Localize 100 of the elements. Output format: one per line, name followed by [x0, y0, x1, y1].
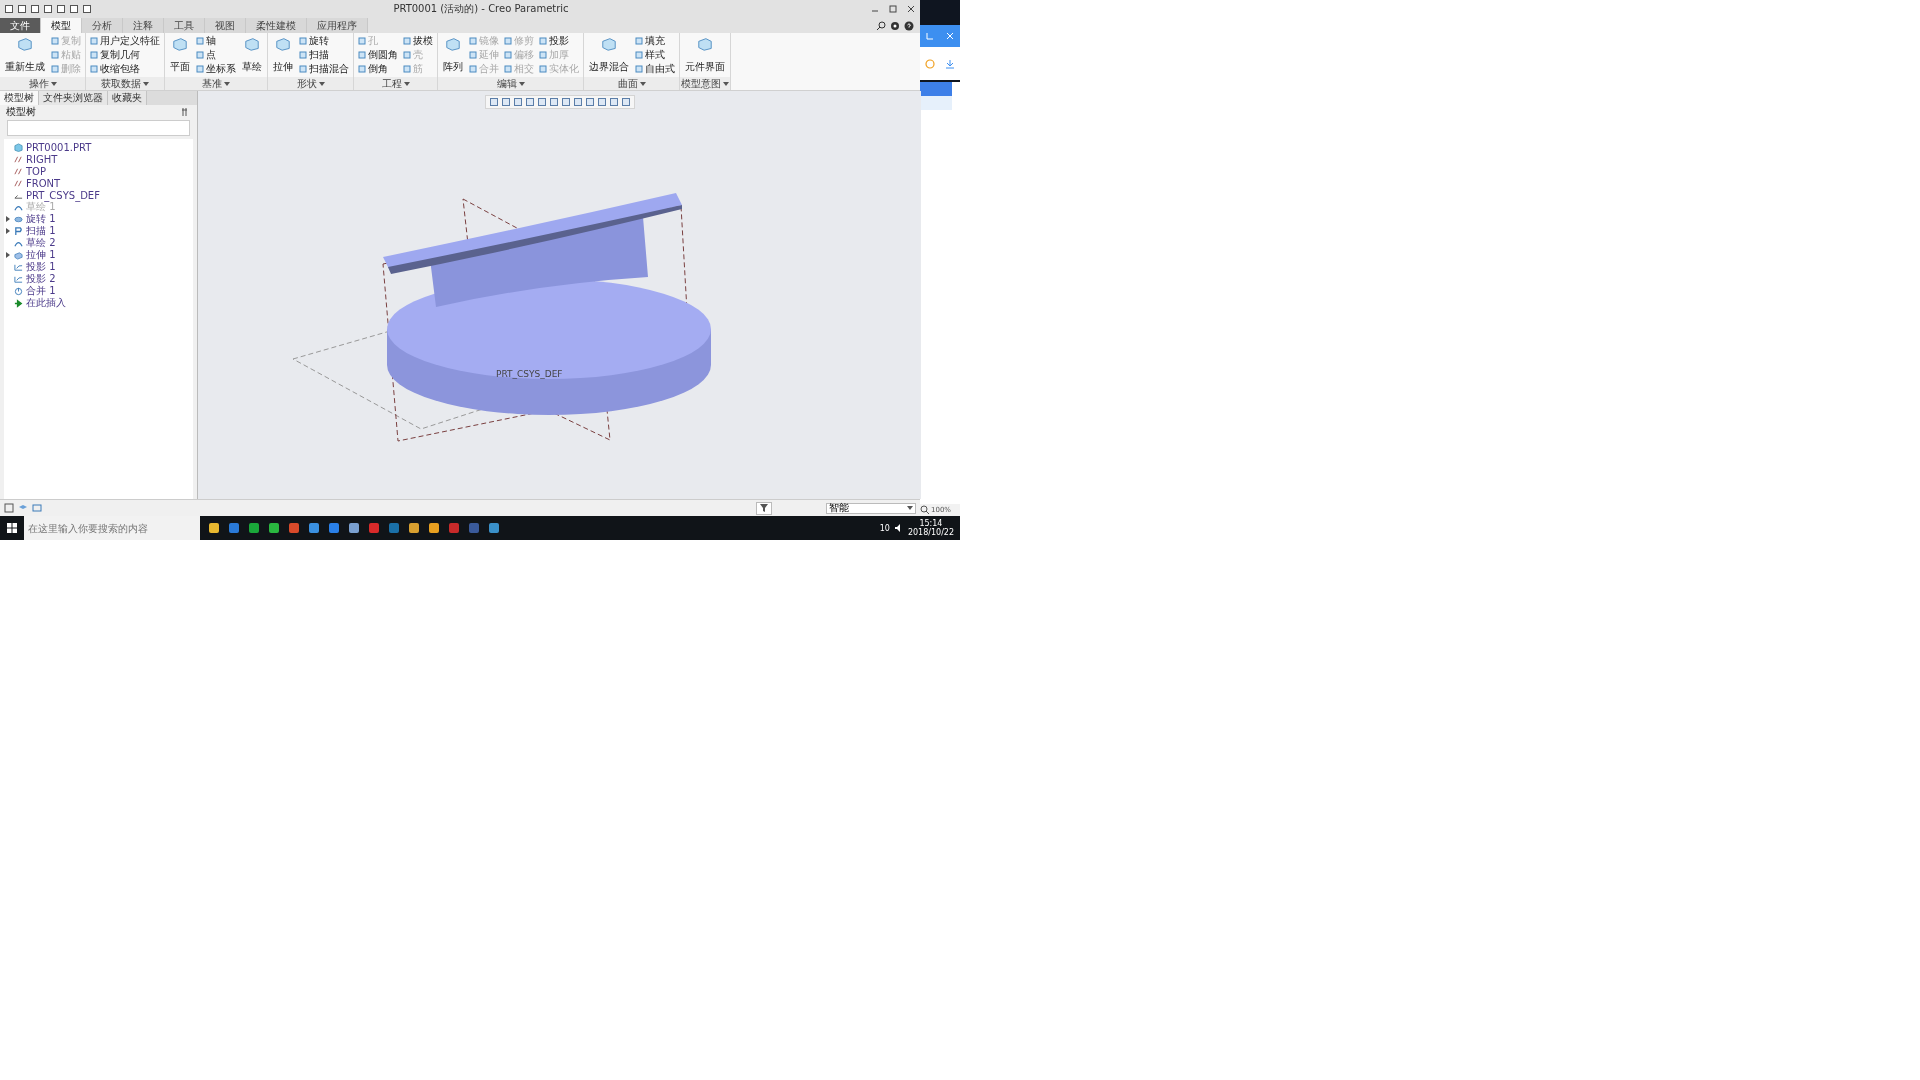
app-icon[interactable]	[428, 522, 440, 534]
view-tool-icon[interactable]	[584, 97, 595, 107]
zoom-icon[interactable]	[920, 505, 930, 515]
app-icon[interactable]	[328, 522, 340, 534]
tree-toggle-icon[interactable]	[4, 503, 14, 513]
caret-icon[interactable]	[907, 506, 913, 510]
ribbon-tab[interactable]: 柔性建模	[246, 18, 307, 33]
app-icon[interactable]	[248, 522, 260, 534]
view-tool-icon[interactable]	[488, 97, 499, 107]
caret-icon[interactable]	[403, 81, 410, 86]
ribbon-button[interactable]: 轴	[195, 35, 237, 47]
ribbon-button[interactable]: 旋转	[298, 35, 350, 47]
clock[interactable]: 15:14 2018/10/22	[907, 519, 954, 537]
tree-item[interactable]: 合并 1	[4, 285, 193, 297]
ribbon-button[interactable]: 拔模	[402, 35, 434, 47]
app-icon[interactable]	[228, 522, 240, 534]
square-icon	[469, 37, 477, 45]
caret-icon[interactable]	[318, 81, 325, 86]
ribbon-button[interactable]: 阵列	[441, 35, 465, 75]
ribbon-button[interactable]: 扫描	[298, 49, 350, 61]
ribbon-button[interactable]: 草绘	[240, 35, 264, 75]
ribbon-button[interactable]: 用户定义特征	[89, 35, 161, 47]
ribbon-tab[interactable]: 分析	[82, 18, 123, 33]
caret-icon[interactable]	[639, 81, 646, 86]
view-tool-icon[interactable]	[536, 97, 547, 107]
view-tool-icon[interactable]	[548, 97, 559, 107]
window-icon[interactable]	[32, 503, 42, 513]
close-icon[interactable]	[906, 4, 916, 14]
tree-item[interactable]: PRT_CSYS_DEF	[4, 189, 193, 201]
group-label[interactable]: 编辑	[496, 76, 517, 91]
tree-item[interactable]: 投影 1	[4, 261, 193, 273]
caret-icon[interactable]	[518, 81, 525, 86]
maximize-icon[interactable]	[888, 4, 898, 14]
view-tool-icon[interactable]	[572, 97, 583, 107]
expand-icon[interactable]	[4, 216, 11, 222]
ribbon-button[interactable]: 自由式	[634, 63, 676, 75]
ribbon-button[interactable]: 点	[195, 49, 237, 61]
caret-icon[interactable]	[224, 81, 230, 86]
tree-item[interactable]: 投影 2	[4, 273, 193, 285]
view-tool-icon[interactable]	[620, 97, 631, 107]
ribbon-button[interactable]: 倒圆角	[357, 49, 399, 61]
ribbon-button[interactable]: 样式	[634, 49, 676, 61]
app-icon[interactable]	[488, 522, 500, 534]
settings-icon[interactable]	[890, 20, 900, 31]
ribbon-tab[interactable]: 应用程序	[307, 18, 368, 33]
ribbon-button[interactable]: 平面	[168, 35, 192, 75]
tree-item[interactable]: 拉伸 1	[4, 249, 193, 261]
tree-item[interactable]: 在此插入	[4, 297, 193, 309]
ribbon-button[interactable]: 重新生成	[3, 35, 47, 75]
download-icon[interactable]	[945, 58, 955, 69]
windows-icon[interactable]	[6, 522, 18, 534]
search-field[interactable]	[7, 120, 190, 136]
tree-item[interactable]: TOP	[4, 165, 193, 177]
ribbon-button[interactable]: 收缩包络	[89, 63, 161, 75]
app-icon[interactable]	[288, 522, 300, 534]
app-icon[interactable]	[208, 522, 220, 534]
search-field[interactable]: 在这里输入你要搜索的内容	[24, 516, 200, 540]
ribbon-button[interactable]: 填充	[634, 35, 676, 47]
view-tool-icon[interactable]	[608, 97, 619, 107]
tree-item[interactable]: RIGHT	[4, 153, 193, 165]
caret-icon[interactable]	[143, 81, 149, 86]
navigator-tab[interactable]: 模型树	[0, 91, 39, 105]
selection-filter[interactable]: 智能	[826, 502, 916, 514]
app-icon[interactable]	[348, 522, 360, 534]
graphics-area[interactable]: PRT_CSYS_DEF	[198, 91, 921, 499]
ribbon-tab[interactable]: 模型	[41, 18, 82, 33]
view-tool-icon[interactable]	[596, 97, 607, 107]
tree-item[interactable]: 扫描 1	[4, 225, 193, 237]
caret-icon[interactable]	[50, 81, 57, 86]
ribbon-button[interactable]: 边界混合	[587, 35, 631, 75]
ribbon-button[interactable]: 投影	[538, 35, 580, 47]
expand-icon[interactable]	[4, 228, 11, 234]
ribbon-tab[interactable]: 文件	[0, 18, 41, 33]
ribbon-button[interactable]: 扫描混合	[298, 63, 350, 75]
help-icon[interactable]	[904, 20, 914, 31]
app-icon[interactable]	[408, 522, 420, 534]
navigator-tab[interactable]: 收藏夹	[108, 91, 147, 105]
app-icon[interactable]	[308, 522, 320, 534]
ribbon-tab[interactable]: 视图	[205, 18, 246, 33]
caret-icon[interactable]	[723, 81, 729, 86]
tree-item[interactable]: 旋转 1	[4, 213, 193, 225]
view-tool-icon[interactable]	[524, 97, 535, 107]
search-icon[interactable]	[876, 20, 886, 31]
ribbon-button[interactable]: 元件界面	[683, 35, 727, 75]
app-icon[interactable]	[268, 522, 280, 534]
tree-item[interactable]: 草绘 2	[4, 237, 193, 249]
ribbon-button[interactable]: 坐标系	[195, 63, 237, 75]
ribbon-button[interactable]: 倒角	[357, 63, 399, 75]
expand-icon[interactable]	[4, 252, 11, 258]
view-tool-icon[interactable]	[500, 97, 511, 107]
ribbon-button[interactable]: 复制几何	[89, 49, 161, 61]
filter-button[interactable]	[756, 501, 772, 515]
view-tool-icon[interactable]	[512, 97, 523, 107]
ribbon-button[interactable]: 拉伸	[271, 35, 295, 75]
navigator-tab[interactable]: 文件夹浏览器	[39, 91, 108, 105]
view-tool-icon[interactable]	[560, 97, 571, 107]
tree-item[interactable]: FRONT	[4, 177, 193, 189]
ribbon-tab[interactable]: 注释	[123, 18, 164, 33]
ribbon-tab[interactable]: 工具	[164, 18, 205, 33]
tree-item[interactable]: PRT0001.PRT	[4, 141, 193, 153]
